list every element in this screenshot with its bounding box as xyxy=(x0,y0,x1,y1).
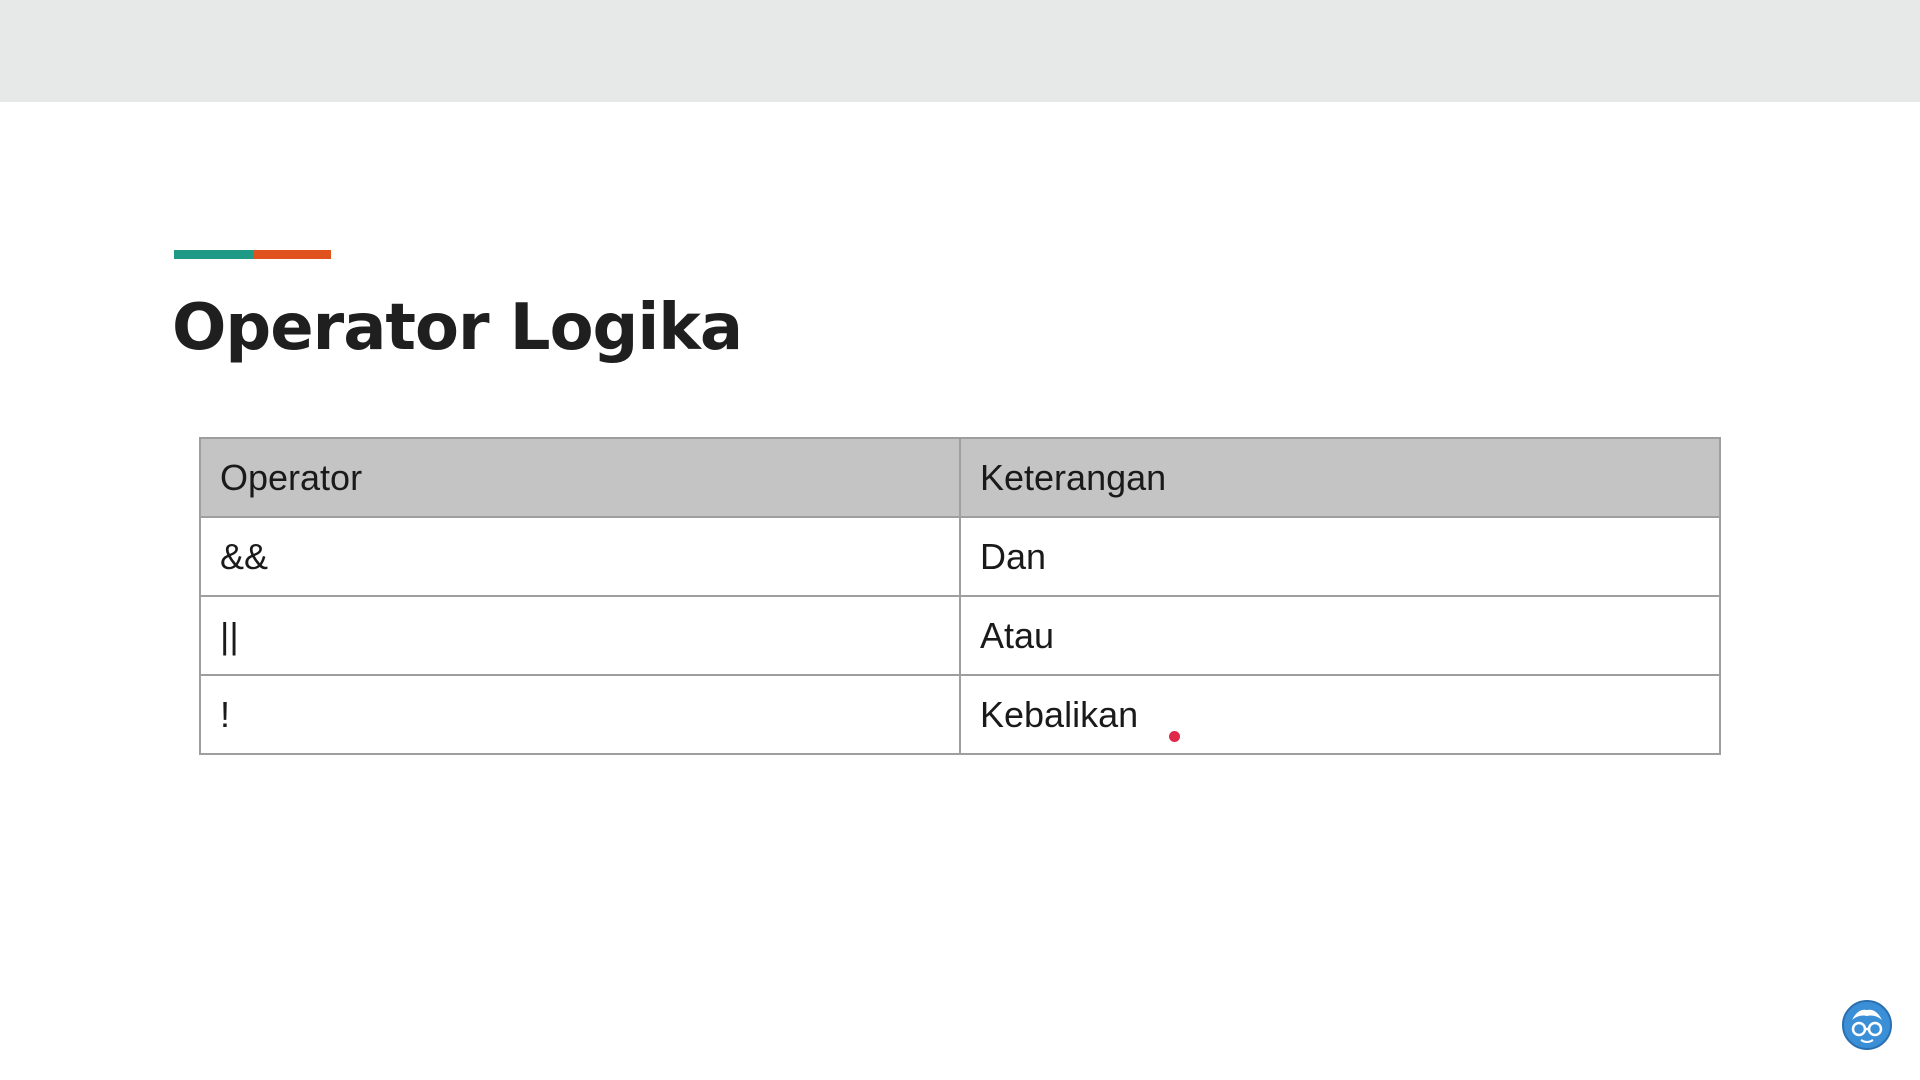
table-row: || Atau xyxy=(199,595,1721,676)
title-accent-bar xyxy=(174,250,331,259)
description-cell: Kebalikan xyxy=(959,674,1721,755)
operator-cell: && xyxy=(199,516,961,597)
table-row: && Dan xyxy=(199,516,1721,597)
operator-table: Operator Keterangan && Dan || Atau ! Keb… xyxy=(199,437,1721,755)
slide-title: Operator Logika xyxy=(172,291,743,365)
operator-cell: ! xyxy=(199,674,961,755)
description-cell: Atau xyxy=(959,595,1721,676)
header-operator: Operator xyxy=(199,437,961,518)
header-keterangan: Keterangan xyxy=(959,437,1721,518)
glasses-mascot-icon[interactable] xyxy=(1842,1000,1892,1050)
operator-cell: || xyxy=(199,595,961,676)
top-band xyxy=(0,0,1920,102)
laser-pointer-dot xyxy=(1169,731,1180,742)
table-header-row: Operator Keterangan xyxy=(199,437,1721,518)
description-cell: Dan xyxy=(959,516,1721,597)
accent-segment-teal xyxy=(174,250,253,259)
table-row: ! Kebalikan xyxy=(199,674,1721,755)
accent-segment-orange xyxy=(252,250,331,259)
